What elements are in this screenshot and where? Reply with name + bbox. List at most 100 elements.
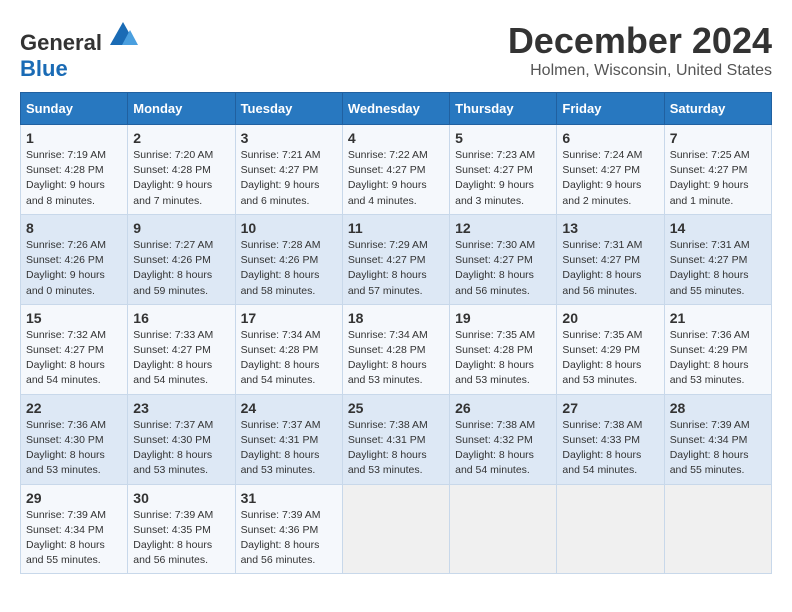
day-number: 20 [562, 310, 658, 326]
day-number: 15 [26, 310, 122, 326]
logo-general: General [20, 30, 102, 55]
day-number: 4 [348, 130, 444, 146]
day-info: Sunrise: 7:25 AMSunset: 4:27 PMDaylight:… [670, 148, 766, 209]
col-monday: Monday [128, 93, 235, 125]
day-number: 3 [241, 130, 337, 146]
day-number: 10 [241, 220, 337, 236]
day-info: Sunrise: 7:30 AMSunset: 4:27 PMDaylight:… [455, 238, 551, 299]
calendar-cell: 18Sunrise: 7:34 AMSunset: 4:28 PMDayligh… [342, 304, 449, 394]
day-number: 16 [133, 310, 229, 326]
calendar-cell: 17Sunrise: 7:34 AMSunset: 4:28 PMDayligh… [235, 304, 342, 394]
calendar-cell [342, 484, 449, 574]
calendar-cell: 2 Sunrise: 7:20 AMSunset: 4:28 PMDaylight… [128, 125, 235, 215]
day-info: Sunrise: 7:19 AMSunset: 4:28 PMDaylight:… [26, 148, 122, 209]
day-info: Sunrise: 7:34 AMSunset: 4:28 PMDaylight:… [241, 328, 337, 389]
day-number: 26 [455, 400, 551, 416]
day-info: Sunrise: 7:38 AMSunset: 4:32 PMDaylight:… [455, 418, 551, 479]
calendar-cell: 20 Sunrise: 7:35 AMSunset: 4:29 PMDayligh… [557, 304, 664, 394]
day-info: Sunrise: 7:29 AMSunset: 4:27 PMDaylight:… [348, 238, 444, 299]
day-number: 23 [133, 400, 229, 416]
day-number: 24 [241, 400, 337, 416]
calendar-week-row: 8Sunrise: 7:26 AMSunset: 4:26 PMDaylight… [21, 214, 772, 304]
day-info: Sunrise: 7:39 AMSunset: 4:36 PMDaylight:… [241, 508, 337, 569]
day-info: Sunrise: 7:37 AMSunset: 4:30 PMDaylight:… [133, 418, 229, 479]
day-number: 25 [348, 400, 444, 416]
day-number: 27 [562, 400, 658, 416]
calendar-cell: 30 Sunrise: 7:39 AMSunset: 4:35 PMDayligh… [128, 484, 235, 574]
calendar-cell: 21Sunrise: 7:36 AMSunset: 4:29 PMDayligh… [664, 304, 771, 394]
title-area: December 2024 Holmen, Wisconsin, United … [508, 20, 772, 80]
calendar-cell: 6Sunrise: 7:24 AMSunset: 4:27 PMDaylight… [557, 125, 664, 215]
calendar-cell: 1 Sunrise: 7:19 AMSunset: 4:28 PMDaylight… [21, 125, 128, 215]
day-number: 11 [348, 220, 444, 236]
col-sunday: Sunday [21, 93, 128, 125]
calendar-cell: 11 Sunrise: 7:29 AMSunset: 4:27 PMDayligh… [342, 214, 449, 304]
col-tuesday: Tuesday [235, 93, 342, 125]
day-info: Sunrise: 7:31 AMSunset: 4:27 PMDaylight:… [670, 238, 766, 299]
day-info: Sunrise: 7:35 AMSunset: 4:29 PMDaylight:… [562, 328, 658, 389]
day-info: Sunrise: 7:24 AMSunset: 4:27 PMDaylight:… [562, 148, 658, 209]
calendar-week-row: 1 Sunrise: 7:19 AMSunset: 4:28 PMDaylight… [21, 125, 772, 215]
day-info: Sunrise: 7:39 AMSunset: 4:35 PMDaylight:… [133, 508, 229, 569]
calendar-cell: 19Sunrise: 7:35 AMSunset: 4:28 PMDayligh… [450, 304, 557, 394]
day-number: 30 [133, 490, 229, 506]
calendar-cell: 7 Sunrise: 7:25 AMSunset: 4:27 PMDaylight… [664, 125, 771, 215]
day-number: 22 [26, 400, 122, 416]
day-info: Sunrise: 7:38 AMSunset: 4:31 PMDaylight:… [348, 418, 444, 479]
day-number: 5 [455, 130, 551, 146]
day-info: Sunrise: 7:33 AMSunset: 4:27 PMDaylight:… [133, 328, 229, 389]
day-info: Sunrise: 7:34 AMSunset: 4:28 PMDaylight:… [348, 328, 444, 389]
day-number: 14 [670, 220, 766, 236]
logo: General Blue [20, 20, 138, 82]
calendar-cell: 28 Sunrise: 7:39 AMSunset: 4:34 PMDayligh… [664, 394, 771, 484]
day-info: Sunrise: 7:32 AMSunset: 4:27 PMDaylight:… [26, 328, 122, 389]
logo-text: General Blue [20, 20, 138, 82]
calendar-week-row: 15 Sunrise: 7:32 AMSunset: 4:27 PMDayligh… [21, 304, 772, 394]
day-info: Sunrise: 7:22 AMSunset: 4:27 PMDaylight:… [348, 148, 444, 209]
calendar-cell: 3 Sunrise: 7:21 AMSunset: 4:27 PMDaylight… [235, 125, 342, 215]
day-number: 28 [670, 400, 766, 416]
day-info: Sunrise: 7:39 AMSunset: 4:34 PMDaylight:… [670, 418, 766, 479]
subtitle: Holmen, Wisconsin, United States [508, 62, 772, 80]
calendar-header-row: Sunday Monday Tuesday Wednesday Thursday… [21, 93, 772, 125]
day-number: 1 [26, 130, 122, 146]
col-saturday: Saturday [664, 93, 771, 125]
day-number: 19 [455, 310, 551, 326]
main-title: December 2024 [508, 20, 772, 62]
day-number: 7 [670, 130, 766, 146]
col-friday: Friday [557, 93, 664, 125]
col-wednesday: Wednesday [342, 93, 449, 125]
calendar-cell [450, 484, 557, 574]
day-info: Sunrise: 7:28 AMSunset: 4:26 PMDaylight:… [241, 238, 337, 299]
day-number: 29 [26, 490, 122, 506]
day-info: Sunrise: 7:21 AMSunset: 4:27 PMDaylight:… [241, 148, 337, 209]
calendar-cell: 31 Sunrise: 7:39 AMSunset: 4:36 PMDayligh… [235, 484, 342, 574]
logo-blue: Blue [20, 56, 68, 81]
calendar-cell: 27Sunrise: 7:38 AMSunset: 4:33 PMDayligh… [557, 394, 664, 484]
day-info: Sunrise: 7:36 AMSunset: 4:30 PMDaylight:… [26, 418, 122, 479]
day-info: Sunrise: 7:20 AMSunset: 4:28 PMDaylight:… [133, 148, 229, 209]
calendar-table: Sunday Monday Tuesday Wednesday Thursday… [20, 92, 772, 574]
calendar-cell: 10 Sunrise: 7:28 AMSunset: 4:26 PMDayligh… [235, 214, 342, 304]
day-info: Sunrise: 7:26 AMSunset: 4:26 PMDaylight:… [26, 238, 122, 299]
calendar-cell: 9Sunrise: 7:27 AMSunset: 4:26 PMDaylight… [128, 214, 235, 304]
calendar-cell: 26 Sunrise: 7:38 AMSunset: 4:32 PMDayligh… [450, 394, 557, 484]
day-info: Sunrise: 7:27 AMSunset: 4:26 PMDaylight:… [133, 238, 229, 299]
day-info: Sunrise: 7:39 AMSunset: 4:34 PMDaylight:… [26, 508, 122, 569]
calendar-cell [664, 484, 771, 574]
calendar-cell [557, 484, 664, 574]
calendar-cell: 5 Sunrise: 7:23 AMSunset: 4:27 PMDaylight… [450, 125, 557, 215]
day-info: Sunrise: 7:23 AMSunset: 4:27 PMDaylight:… [455, 148, 551, 209]
calendar-cell: 25 Sunrise: 7:38 AMSunset: 4:31 PMDayligh… [342, 394, 449, 484]
calendar-cell: 15 Sunrise: 7:32 AMSunset: 4:27 PMDayligh… [21, 304, 128, 394]
col-thursday: Thursday [450, 93, 557, 125]
calendar-cell: 4 Sunrise: 7:22 AMSunset: 4:27 PMDaylight… [342, 125, 449, 215]
calendar-week-row: 29 Sunrise: 7:39 AMSunset: 4:34 PMDayligh… [21, 484, 772, 574]
day-number: 12 [455, 220, 551, 236]
calendar-cell: 8Sunrise: 7:26 AMSunset: 4:26 PMDaylight… [21, 214, 128, 304]
calendar-week-row: 22 Sunrise: 7:36 AMSunset: 4:30 PMDayligh… [21, 394, 772, 484]
day-number: 2 [133, 130, 229, 146]
day-number: 13 [562, 220, 658, 236]
day-number: 31 [241, 490, 337, 506]
calendar-cell: 13Sunrise: 7:31 AMSunset: 4:27 PMDayligh… [557, 214, 664, 304]
